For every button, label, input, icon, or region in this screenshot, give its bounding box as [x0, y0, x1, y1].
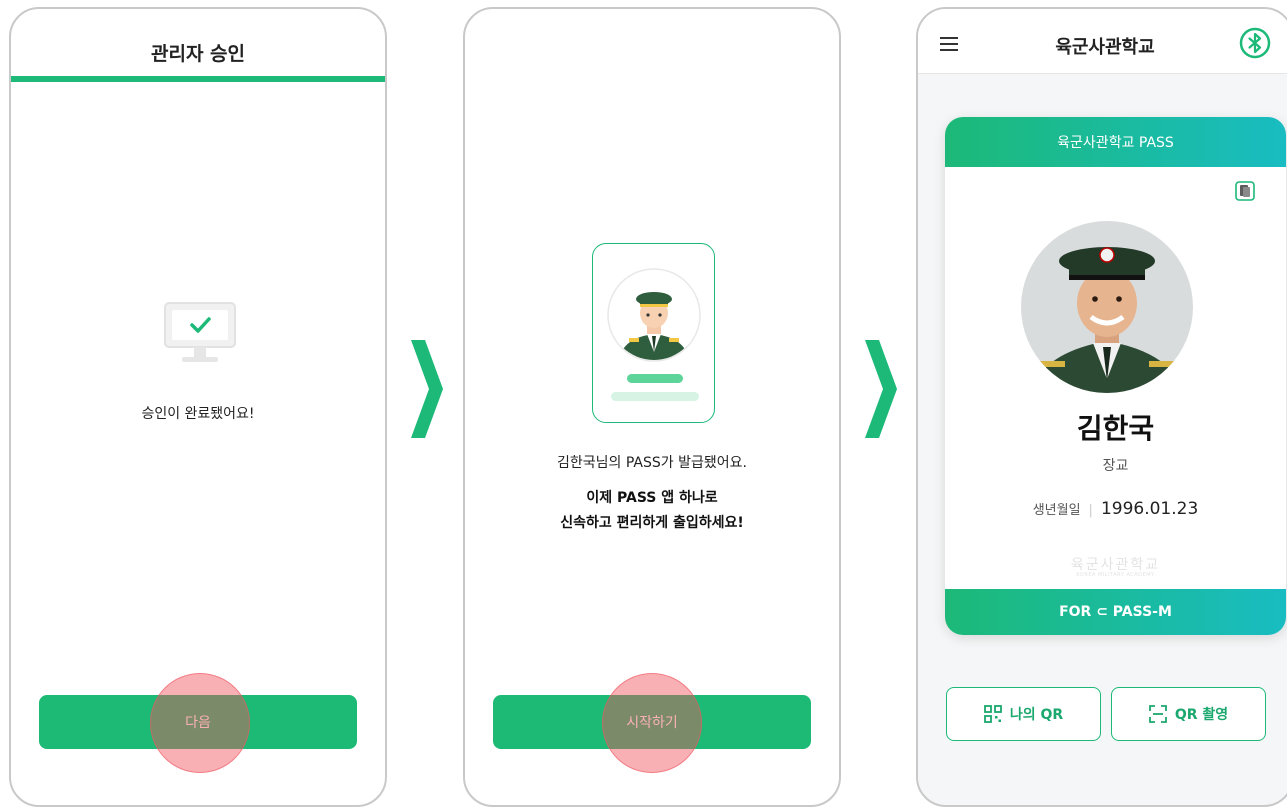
- birth-date-value: 1996.01.23: [1100, 499, 1199, 519]
- scan-icon: [1148, 705, 1167, 723]
- officer-avatar-icon: [607, 268, 701, 366]
- app-title: 육군사관학교: [1055, 37, 1155, 58]
- chevron-right-icon: [411, 340, 443, 438]
- birth-date-label: 생년월일: [1032, 503, 1081, 518]
- qr-icon: [983, 705, 1002, 723]
- pass-card-footer: FOR ⊂ PASS-M: [945, 589, 1286, 635]
- promo-line-2: 신속하고 편리하게 출입하세요!: [560, 515, 744, 531]
- progress-bar: [11, 76, 385, 82]
- tap-indicator: [150, 673, 250, 773]
- monitor-check-icon: [164, 302, 236, 368]
- scan-qr-button[interactable]: QR 촬영: [1111, 687, 1266, 741]
- screen-admin-approval: 관리자 승인 승인이 완료됐어요! 다음: [9, 7, 387, 807]
- holder-rank: 장교: [1102, 458, 1129, 474]
- birth-date-row: 생년월일 | 1996.01.23: [1032, 499, 1199, 519]
- promo-line-1: 이제 PASS 앱 하나로: [586, 490, 718, 506]
- name-placeholder-bar: [627, 374, 683, 383]
- tap-indicator: [602, 673, 702, 773]
- pass-card-illustration: [592, 243, 715, 423]
- copy-icon[interactable]: [1235, 181, 1255, 205]
- scan-qr-label: QR 촬영: [1174, 707, 1229, 723]
- screen-pass-issued: 김한국님의 PASS가 발급됐어요. 이제 PASS 앱 하나로 신속하고 편리…: [463, 7, 841, 807]
- my-qr-button[interactable]: 나의 QR: [946, 687, 1101, 741]
- holder-name: 김한국: [1076, 412, 1155, 445]
- bluetooth-icon[interactable]: [1239, 27, 1271, 63]
- approval-complete-message: 승인이 완료됐어요!: [141, 406, 255, 422]
- academy-watermark-sub: KOREA MILITARY ACADEMY: [1076, 572, 1155, 578]
- pass-issued-message: 김한국님의 PASS가 발급됐어요.: [557, 455, 747, 471]
- screen-pass-home: 육군사관학교 육군사관학교 PASS 김한국 장교 생년월일 | 1996.01…: [916, 7, 1287, 807]
- my-qr-label: 나의 QR: [1009, 707, 1064, 723]
- page-title: 관리자 승인: [150, 43, 245, 65]
- chevron-right-icon: [865, 340, 897, 438]
- info-placeholder-bar: [611, 392, 699, 401]
- pass-card-title: 육군사관학교 PASS: [945, 117, 1286, 167]
- pass-card: 육군사관학교 PASS 김한국 장교 생년월일 | 1996.01.23 육군사…: [945, 117, 1286, 635]
- profile-photo: [1021, 221, 1193, 393]
- app-header: 육군사관학교: [918, 9, 1287, 74]
- academy-watermark: 육군사관학교: [1070, 557, 1161, 573]
